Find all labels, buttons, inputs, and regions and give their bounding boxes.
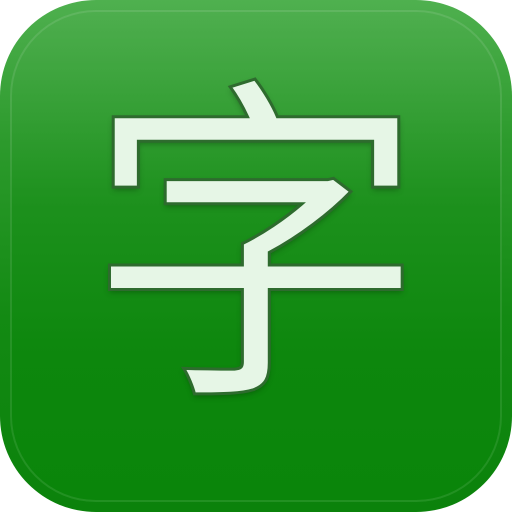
app-icon[interactable]: 字	[0, 0, 512, 512]
glyph-container: 字	[0, 0, 512, 512]
kanji-glyph: 字	[85, 51, 428, 450]
